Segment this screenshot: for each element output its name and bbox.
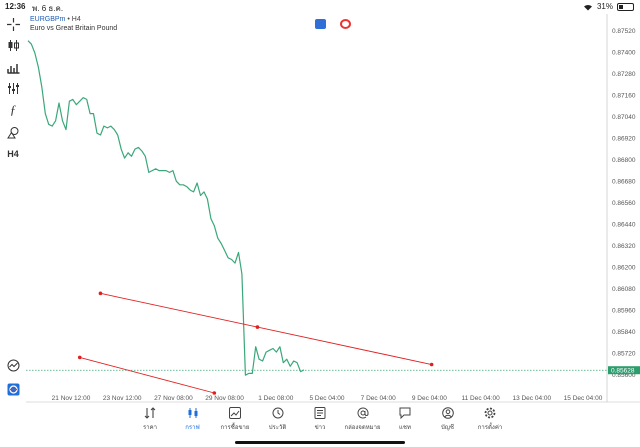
home-indicator: [235, 441, 405, 444]
time-tick-label: 1 Dec 08:00: [258, 395, 293, 402]
price-tick-label: 0.85720: [612, 351, 636, 358]
nav-item-label: ราคา: [143, 425, 157, 431]
time-tick-label: 11 Dec 04:00: [462, 395, 501, 402]
nav-item-label: ประวัติ: [268, 425, 287, 431]
trendline-anchor: [98, 291, 103, 296]
price-tick-label: 0.86320: [612, 243, 636, 250]
time-tick-label: 9 Dec 04:00: [412, 395, 447, 402]
nav-item-label: แชท: [399, 425, 411, 431]
price-tick-label: 0.87160: [612, 93, 636, 100]
trendline-anchor: [77, 355, 82, 360]
nav-item-label: การซื้อขาย: [220, 425, 250, 431]
bottom-nav: ราคา กราฟ การซื้อขาย ประวัติ ข่าว กล่องจดหมาย…: [130, 406, 510, 442]
trendline: [79, 356, 215, 394]
trendline-anchor: [429, 362, 434, 367]
chart-icon: [186, 406, 199, 419]
mailbox-icon: [356, 406, 369, 419]
time-tick-label: 15 Dec 04:00: [564, 395, 603, 402]
settings-icon: [484, 406, 497, 419]
trendline-anchor: [212, 391, 217, 395]
current-price-label: 0.85628: [611, 368, 635, 375]
quotes-icon: [144, 406, 157, 419]
nav-item-history[interactable]: ประวัติ: [258, 406, 298, 442]
nav-item-chart[interactable]: กราฟ: [173, 406, 213, 442]
price-line-series: [27, 40, 305, 376]
price-chart[interactable]: 0.87520 0.87400 0.87280 0.87160 0.87040 0.869…: [0, 0, 640, 447]
time-tick-label: 27 Nov 08:00: [154, 395, 193, 402]
nav-item-quotes[interactable]: ราคา: [130, 406, 170, 442]
nav-item-label: บัญชี: [441, 425, 454, 431]
nav-item-label: ข่าว: [314, 425, 326, 431]
price-tick-label: 0.86560: [612, 200, 636, 207]
price-tick-label: 0.86080: [612, 286, 636, 293]
price-tick-label: 0.87280: [612, 71, 636, 78]
chat-icon: [399, 406, 412, 419]
news-icon: [314, 406, 327, 419]
nav-item-chat[interactable]: แชท: [385, 406, 425, 442]
nav-item-news[interactable]: ข่าว: [300, 406, 340, 442]
nav-item-account[interactable]: บัญชี: [428, 406, 468, 442]
history-icon: [271, 406, 284, 419]
price-tick-label: 0.87520: [612, 28, 636, 35]
nav-item-mailbox[interactable]: กล่องจดหมาย: [343, 406, 383, 442]
price-tick-label: 0.86920: [612, 136, 636, 143]
time-tick-label: 13 Dec 04:00: [512, 395, 551, 402]
trendline-anchor: [255, 325, 260, 329]
time-tick-label: 5 Dec 04:00: [309, 395, 344, 402]
nav-item-settings[interactable]: การตั้งค่า: [470, 406, 510, 442]
price-tick-label: 0.85960: [612, 308, 636, 315]
trade-icon: [229, 406, 242, 419]
price-tick-label: 0.85840: [612, 329, 636, 336]
nav-item-label: การตั้งค่า: [477, 425, 503, 431]
nav-item-label: กล่องจดหมาย: [344, 425, 381, 431]
nav-item-trade[interactable]: การซื้อขาย: [215, 406, 255, 442]
price-tick-label: 0.86800: [612, 157, 636, 164]
time-tick-label: 21 Nov 12:00: [52, 395, 91, 402]
account-icon: [441, 406, 454, 419]
time-tick-label: 29 Nov 08:00: [205, 395, 244, 402]
price-tick-label: 0.86680: [612, 179, 636, 186]
price-tick-label: 0.87400: [612, 50, 636, 57]
price-tick-label: 0.86200: [612, 265, 636, 272]
time-tick-label: 7 Dec 04:00: [361, 395, 396, 402]
time-tick-label: 23 Nov 12:00: [103, 395, 142, 402]
price-tick-label: 0.87040: [612, 114, 636, 121]
nav-item-label: กราฟ: [185, 425, 200, 431]
price-tick-label: 0.86440: [612, 222, 636, 229]
